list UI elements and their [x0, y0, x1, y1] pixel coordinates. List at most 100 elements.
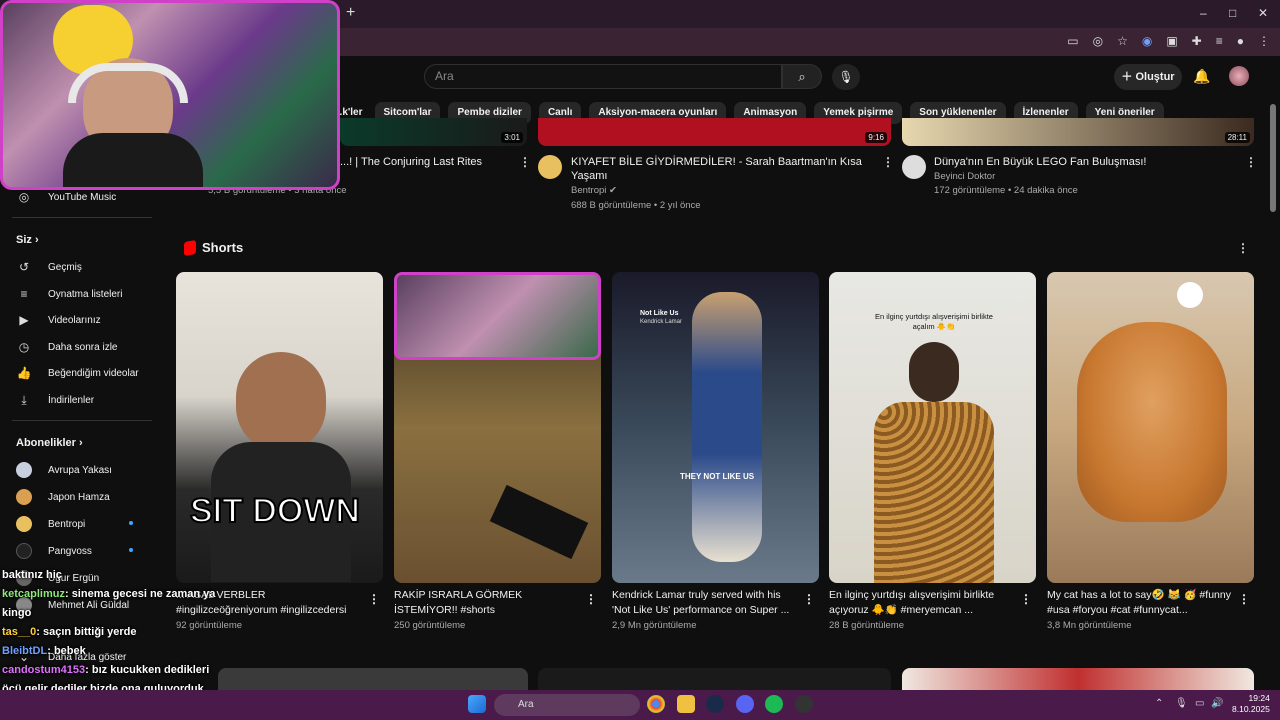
- eye-off-icon[interactable]: ◎: [1093, 34, 1103, 48]
- media-icon[interactable]: ≡: [1216, 34, 1223, 48]
- person-coat: [874, 402, 994, 583]
- extension-icon-2[interactable]: ▣: [1166, 34, 1177, 48]
- extensions-puzzle-icon[interactable]: ✚: [1192, 34, 1202, 48]
- video-thumbnail[interactable]: [218, 668, 528, 690]
- short-more-icon[interactable]: ⋮: [585, 592, 597, 606]
- discord-icon[interactable]: [736, 695, 754, 713]
- shorts-section-title: Shorts: [202, 240, 244, 255]
- short-overlay-subtitle: Kendrick Lamar: [640, 319, 683, 325]
- voice-search-button[interactable]: 🎙: [832, 64, 860, 90]
- search-input[interactable]: Ara: [424, 64, 782, 89]
- channel-avatar: [16, 462, 32, 478]
- video-meta: 172 görüntüleme • 24 dakika önce: [934, 185, 1078, 196]
- history-icon: ↺: [18, 260, 30, 274]
- sidebar-sub-pangvoss[interactable]: Pangvoss: [16, 543, 92, 559]
- shorts-more-icon[interactable]: ⋮: [1237, 241, 1249, 255]
- tray-chevron-icon[interactable]: ⌃: [1155, 698, 1163, 709]
- short-thumbnail[interactable]: SIT DOWN: [176, 272, 383, 583]
- channel-avatar: [16, 516, 32, 532]
- bookmark-star-icon[interactable]: ☆: [1117, 34, 1128, 48]
- taskbar-search[interactable]: Ara: [494, 694, 640, 716]
- short-title[interactable]: RAKİP ISRARLA GÖRMEK İSTEMİYOR!! #shorts: [394, 588, 579, 618]
- sidebar-item-history[interactable]: ↺ Geçmiş: [16, 260, 82, 274]
- extension-icon-1[interactable]: ◉: [1142, 34, 1152, 48]
- short-thumbnail[interactable]: En ilginç yurtdışı alışverişimi birlikte…: [829, 272, 1036, 583]
- sidebar-item-youtube-music[interactable]: ◎ YouTube Music: [16, 190, 116, 204]
- volume-icon[interactable]: 🔊: [1211, 698, 1223, 709]
- account-avatar[interactable]: [1229, 66, 1249, 86]
- sidebar-item-liked-videos[interactable]: 👍 Beğendiğim videolar: [16, 366, 139, 380]
- chat-message: BleibtDL: bebek: [2, 645, 86, 657]
- more-actions-icon[interactable]: ⋮: [519, 155, 531, 169]
- short-title[interactable]: Kendrick Lamar truly served with his 'No…: [612, 588, 797, 618]
- verified-icon: ✔: [609, 185, 617, 196]
- display-tray-icon[interactable]: ▭: [1195, 698, 1204, 709]
- video-duration: 9:16: [865, 132, 887, 143]
- page-scrollbar[interactable]: [1270, 104, 1276, 212]
- more-actions-icon[interactable]: ⋮: [1245, 155, 1257, 169]
- short-more-icon[interactable]: ⋮: [803, 592, 815, 606]
- sidebar-divider: [12, 420, 152, 421]
- obs-icon[interactable]: [795, 695, 813, 713]
- sidebar-subscriptions-header[interactable]: Abonelikler ›: [16, 437, 83, 449]
- channel-name[interactable]: Beyinci Doktor: [934, 170, 995, 184]
- channel-avatar[interactable]: [538, 155, 562, 179]
- sidebar-divider: [12, 217, 152, 218]
- knife-shape: [489, 484, 589, 560]
- sidebar-item-your-videos[interactable]: ▶ Videolarınız: [16, 313, 100, 327]
- more-actions-icon[interactable]: ⋮: [882, 155, 894, 169]
- steam-icon[interactable]: [706, 695, 724, 713]
- video-thumbnail[interactable]: 9:16: [538, 118, 891, 146]
- maximize-button[interactable]: □: [1229, 6, 1236, 20]
- sidebar-sub-japon-hamza[interactable]: Japon Hamza: [16, 489, 110, 505]
- short-overlay-text: En ilginç yurtdışı alışverişimi birlikte…: [875, 312, 993, 331]
- short-title[interactable]: My cat has a lot to say🤣 😹 🥳 #funny #usa…: [1047, 588, 1232, 618]
- short-thumbnail[interactable]: [1047, 272, 1254, 583]
- short-overlay-title: Not Like Us: [640, 310, 679, 317]
- taskbar-clock[interactable]: 19:24 8.10.2025: [1232, 693, 1270, 715]
- plus-icon: ＋: [1121, 71, 1136, 83]
- chat-message: tas__0: saçın bittiği yerde: [2, 626, 137, 638]
- menu-kebab-icon[interactable]: ⋮: [1258, 34, 1270, 48]
- new-tab-button[interactable]: +: [346, 4, 362, 22]
- channel-name[interactable]: Bentropi ✔: [571, 184, 617, 198]
- person-shape: [236, 352, 326, 452]
- short-more-icon[interactable]: ⋮: [1020, 592, 1032, 606]
- your-videos-icon: ▶: [19, 313, 29, 327]
- short-title[interactable]: En ilginç yurtdışı alışverişimi birlikte…: [829, 588, 1014, 618]
- spotify-icon[interactable]: [765, 695, 783, 713]
- profile-icon[interactable]: ●: [1237, 34, 1244, 48]
- video-title[interactable]: Dünya'nın En Büyük LEGO Fan Buluşması!: [934, 155, 1234, 169]
- short-views: 3,8 Mn görüntüleme: [1047, 620, 1132, 631]
- sidebar-you-header[interactable]: Siz ›: [16, 234, 39, 246]
- short-thumbnail[interactable]: [394, 272, 601, 583]
- microphone-tray-icon[interactable]: 🎙: [1175, 698, 1188, 709]
- chrome-icon[interactable]: [647, 695, 665, 713]
- search-button[interactable]: ⌕: [782, 64, 822, 89]
- cast-icon[interactable]: ▭: [1067, 34, 1078, 48]
- short-more-icon[interactable]: ⋮: [368, 592, 380, 606]
- minimize-button[interactable]: –: [1200, 6, 1207, 20]
- sidebar-item-downloads[interactable]: ⤓ İndirilenler: [16, 393, 94, 408]
- sidebar-sub-bentropi[interactable]: Bentropi: [16, 516, 85, 532]
- short-thumbnail[interactable]: Not Like Us Kendrick Lamar THEY NOT LIKE…: [612, 272, 819, 583]
- sidebar-sub-avrupa-yakasi[interactable]: Avrupa Yakası: [16, 462, 112, 478]
- windows-start-icon[interactable]: [468, 695, 486, 713]
- notifications-bell-icon[interactable]: 🔔: [1193, 68, 1210, 85]
- sidebar-item-playlists[interactable]: ≡ Oynatma listeleri: [16, 287, 122, 301]
- short-more-icon[interactable]: ⋮: [1238, 592, 1250, 606]
- sidebar-item-watch-later[interactable]: ◷ Daha sonra izle: [16, 340, 118, 354]
- new-content-dot: [129, 548, 133, 552]
- search-icon: ⌕: [798, 69, 806, 84]
- headphones: [68, 63, 188, 103]
- video-thumbnail[interactable]: 28:11: [902, 118, 1254, 146]
- video-title[interactable]: KIYAFET BİLE GİYDİRMEDİLER! - Sarah Baar…: [571, 155, 871, 183]
- close-window-button[interactable]: ✕: [1258, 6, 1268, 20]
- create-button[interactable]: ＋ Oluştur: [1114, 64, 1182, 90]
- video-title[interactable]: ...! | The Conjuring Last Rites: [340, 155, 510, 169]
- video-thumbnail[interactable]: 3:01: [340, 118, 527, 146]
- channel-avatar[interactable]: [902, 155, 926, 179]
- video-thumbnail[interactable]: [538, 668, 891, 690]
- video-thumbnail[interactable]: [902, 668, 1254, 690]
- file-explorer-icon[interactable]: [677, 695, 695, 713]
